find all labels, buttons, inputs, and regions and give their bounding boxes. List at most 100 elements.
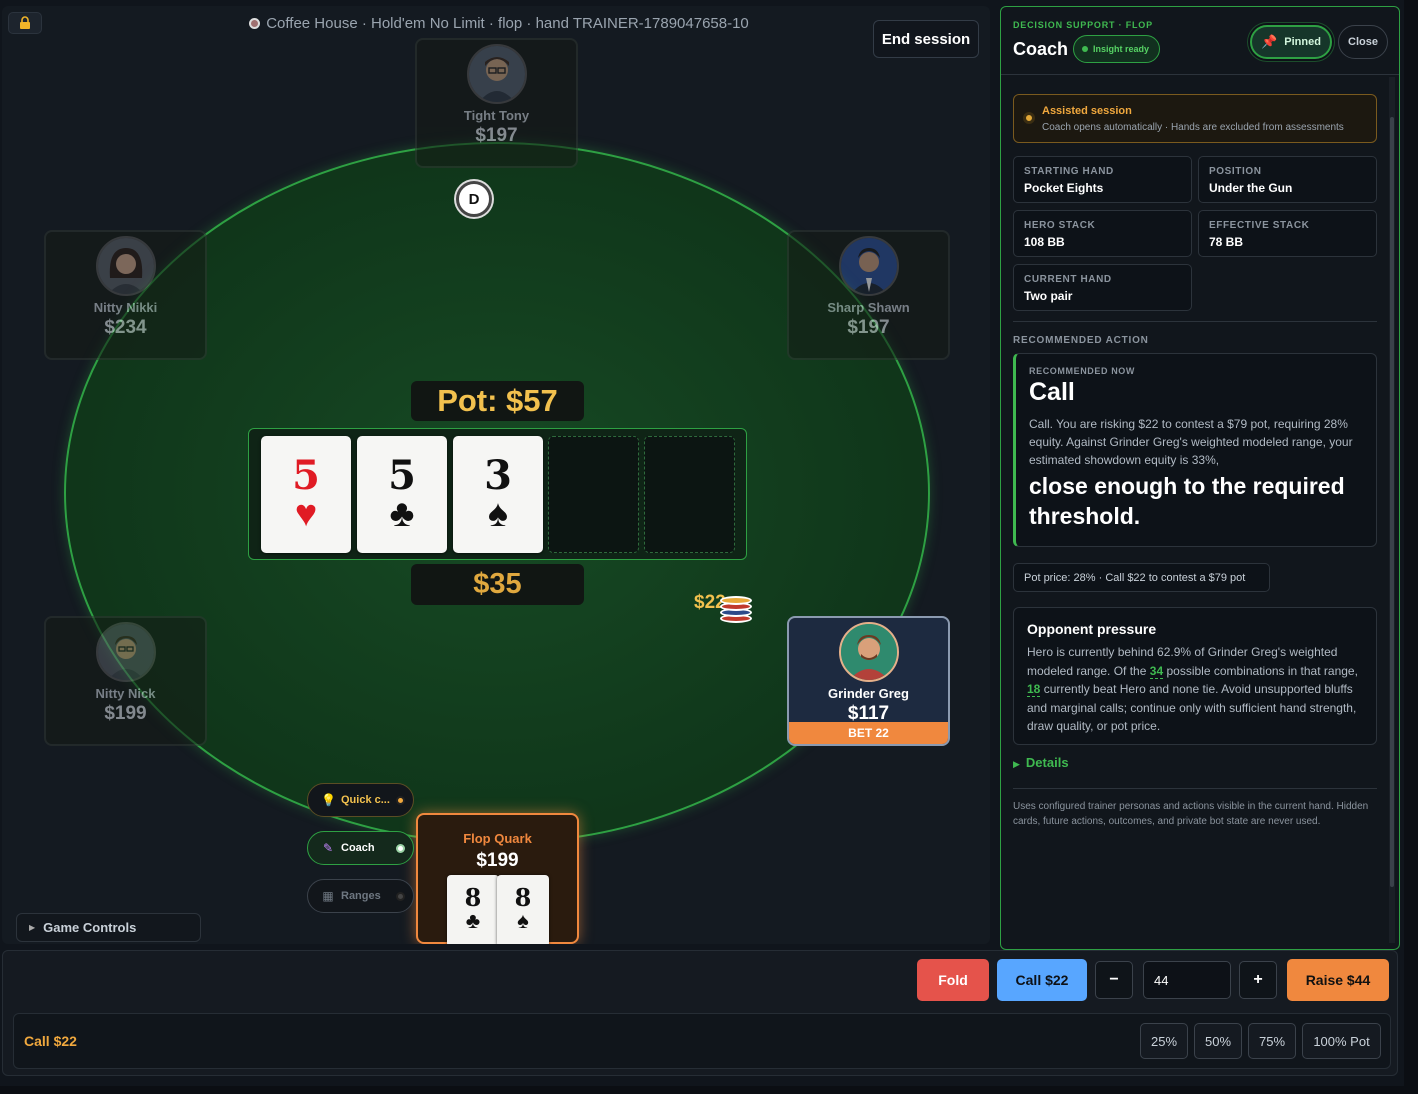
- call-button[interactable]: Call $22: [997, 959, 1087, 1001]
- stat-effective-stack: EFFECTIVE STACK 78 BB: [1198, 210, 1377, 257]
- divider: [1013, 321, 1377, 322]
- coffee-icon: [249, 18, 261, 29]
- window-edge: [0, 1086, 1418, 1094]
- coach-header: DECISION SUPPORT · FLOP Coach Insight re…: [1001, 7, 1399, 75]
- player-stack: $197: [475, 125, 518, 146]
- board-slot-river: [644, 436, 735, 553]
- details-label: Details: [1025, 755, 1069, 770]
- stat-value: 78 BB: [1209, 235, 1244, 249]
- preset-75[interactable]: 75%: [1248, 1023, 1296, 1059]
- warning-dot-icon: [1023, 112, 1035, 124]
- board-slot-turn: [548, 436, 639, 553]
- stat-hero-stack: HERO STACK 108 BB: [1013, 210, 1192, 257]
- chip-stack-icon: [720, 594, 752, 626]
- stat-value: Pocket Eights: [1024, 181, 1104, 195]
- assisted-session-banner: Assisted session Coach opens automatical…: [1013, 94, 1377, 143]
- player-name: Nitty Nikki: [93, 300, 158, 315]
- decrease-button[interactable]: −: [1095, 961, 1133, 999]
- details-toggle[interactable]: ▶ Details: [1013, 755, 1069, 770]
- bet-tag: BET 22: [789, 722, 948, 744]
- coach-icon: ✎: [322, 841, 334, 855]
- avatar: [95, 236, 156, 296]
- hero-stack: $199: [476, 850, 519, 871]
- ranges-label: Ranges: [341, 890, 381, 902]
- seat-active[interactable]: Grinder Greg $117 BET 22: [787, 616, 950, 746]
- board-card-2: 5 ♣: [357, 436, 447, 553]
- avatar: [466, 44, 527, 104]
- scrollbar-thumb[interactable]: [1390, 117, 1394, 887]
- window-edge: [1404, 0, 1418, 1094]
- section-label: RECOMMENDED ACTION: [1013, 335, 1149, 346]
- game-controls-toggle[interactable]: ▶ Game Controls: [16, 913, 201, 942]
- grid-icon: ▦: [322, 889, 334, 903]
- card-suit: ♣: [465, 908, 481, 933]
- table-info-text: Coffee House · Hold'em No Limit · flop ·…: [266, 15, 749, 32]
- insight-badge: Insight ready: [1073, 35, 1160, 63]
- seat-top[interactable]: Tight Tony $197: [415, 38, 578, 168]
- quick-label: Quick c...: [341, 794, 390, 806]
- status-dot: [396, 892, 405, 901]
- card-suit: ♠: [487, 493, 509, 535]
- poker-app: Coffee House · Hold'em No Limit · flop ·…: [0, 0, 1418, 1094]
- stat-label: CURRENT HAND: [1024, 274, 1112, 285]
- opp-text: currently beat Hero and none tie. Avoid …: [1027, 682, 1357, 733]
- recommended-action-card: RECOMMENDED NOW Call Call. You are riski…: [1013, 353, 1377, 547]
- pinned-label: Pinned: [1284, 36, 1321, 48]
- pending-action-label: Call $22: [24, 1033, 77, 1049]
- opponent-pressure-card: Opponent pressure Hero is currently behi…: [1013, 607, 1377, 745]
- opp-body: Hero is currently behind 62.9% of Grinde…: [1027, 643, 1364, 736]
- seat-upper-right[interactable]: Sharp Shawn $197: [787, 230, 950, 360]
- card-suit: ♥: [294, 493, 318, 535]
- quick-coach-toggle[interactable]: 💡 Quick c...: [307, 783, 414, 817]
- ranges-toggle[interactable]: ▦ Ranges: [307, 879, 414, 913]
- board-card-3: 3 ♠: [453, 436, 543, 553]
- player-name: Nitty Nick: [95, 686, 156, 701]
- pin-icon: 📌: [1261, 34, 1278, 49]
- raise-amount-input[interactable]: [1143, 961, 1231, 999]
- player-stack: $199: [104, 703, 147, 724]
- player-stack: $197: [847, 317, 890, 338]
- increase-button[interactable]: +: [1239, 961, 1277, 999]
- beating-count[interactable]: 18: [1027, 682, 1041, 697]
- stat-position: POSITION Under the Gun: [1198, 156, 1377, 203]
- opp-title: Opponent pressure: [1027, 621, 1157, 637]
- hole-card-1: 8 ♣: [447, 875, 499, 944]
- assist-subtitle: Coach opens automatically · Hands are ex…: [1042, 122, 1344, 133]
- end-session-button[interactable]: End session: [873, 20, 979, 58]
- coach-panel: DECISION SUPPORT · FLOP Coach Insight re…: [1000, 6, 1400, 950]
- card-rank: 5: [388, 452, 416, 499]
- seat-lower-left[interactable]: Nitty Nick $199: [44, 616, 207, 746]
- stat-value: 108 BB: [1024, 235, 1065, 249]
- seat-upper-left[interactable]: Nitty Nikki $234: [44, 230, 207, 360]
- player-name: Grinder Greg: [828, 686, 909, 701]
- side-pot: $35: [411, 564, 584, 605]
- stat-value: Under the Gun: [1209, 181, 1293, 195]
- dealer-button: D: [456, 181, 492, 217]
- avatar: [95, 622, 156, 682]
- preset-25[interactable]: 25%: [1140, 1023, 1188, 1059]
- card-suit: ♣: [389, 493, 415, 535]
- hero-name: Flop Quark: [463, 831, 532, 846]
- preset-50[interactable]: 50%: [1194, 1023, 1242, 1059]
- combo-count[interactable]: 34: [1149, 663, 1164, 679]
- pinned-button[interactable]: 📌 Pinned: [1250, 25, 1332, 59]
- avatar: [838, 236, 899, 296]
- hole-card-2: 8 ♠: [497, 875, 549, 944]
- close-button[interactable]: Close: [1338, 25, 1388, 59]
- pot-total: Pot: $57: [411, 381, 584, 421]
- player-name: Tight Tony: [463, 108, 530, 123]
- raise-button[interactable]: Raise $44: [1287, 959, 1389, 1001]
- chevron-right-icon: ▶: [29, 923, 36, 932]
- stat-current-hand: CURRENT HAND Two pair: [1013, 264, 1192, 311]
- rec-conclusion: close enough to the required threshold.: [1029, 473, 1345, 529]
- card-suit: ♠: [517, 908, 529, 933]
- coach-toggle[interactable]: ✎ Coach: [307, 831, 414, 865]
- preset-pot[interactable]: 100% Pot: [1302, 1023, 1381, 1059]
- fold-button[interactable]: Fold: [917, 959, 989, 1001]
- coach-body[interactable]: Assisted session Coach opens automatical…: [1001, 76, 1389, 949]
- player-stack: $234: [104, 317, 147, 338]
- chevron-right-icon: ▶: [1013, 759, 1020, 769]
- player-name: Sharp Shawn: [827, 300, 910, 315]
- hero-seat: Flop Quark $199 8 ♣ 8 ♠: [416, 813, 579, 944]
- table-info: Coffee House · Hold'em No Limit · flop ·…: [2, 15, 990, 32]
